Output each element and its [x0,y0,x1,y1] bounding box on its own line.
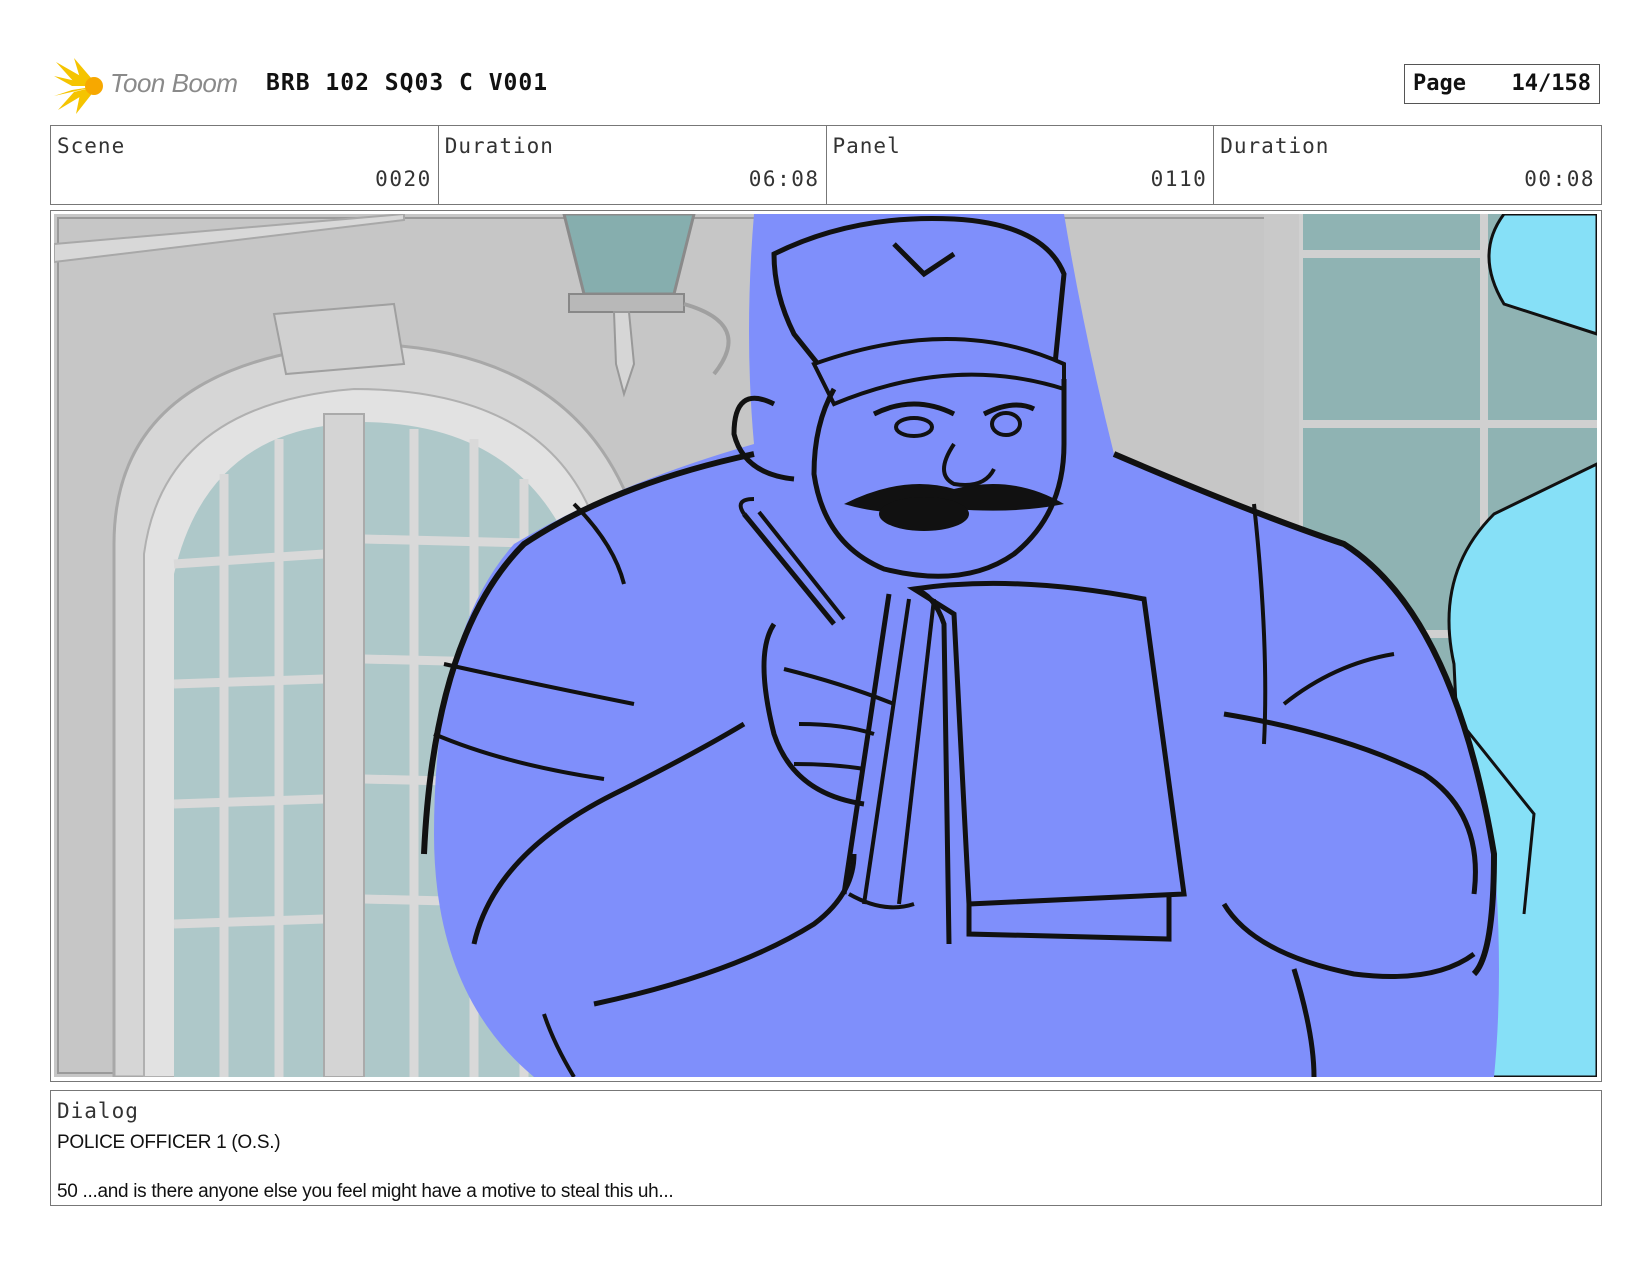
wall-lamp [562,214,696,296]
dialog-label: Dialog [57,1099,139,1123]
page-number: 14/158 [1511,71,1591,96]
panel-cell: Panel 0110 [827,126,1215,204]
panel-duration-cell: Duration 00:08 [1214,126,1601,204]
dialog-box: Dialog POLICE OFFICER 1 (O.S.) 50 ...and… [50,1090,1602,1206]
page-indicator: Page 14/158 [1404,64,1600,104]
scene-duration-label: Duration [444,134,554,158]
page-label: Page [1413,71,1466,96]
dialog-speaker: POLICE OFFICER 1 (O.S.) [57,1132,281,1153]
starburst-icon [54,58,103,114]
logo-wordmark: Toon Boom [110,68,238,98]
storyboard-panel [50,210,1602,1082]
scene-cell: Scene 0020 [51,126,439,204]
scene-duration-cell: Duration 06:08 [439,126,827,204]
panel-info-row: Scene 0020 Duration 06:08 Panel 0110 Dur… [50,125,1602,205]
panel-label: Panel [832,134,901,158]
panel-duration-value: 00:08 [1524,167,1595,191]
door-glass-left [174,426,324,1077]
scene-value: 0020 [375,167,432,191]
scene-label: Scene [57,134,126,158]
dialog-line: 50 ...and is there anyone else you feel … [57,1181,674,1202]
panel-artwork [54,214,1597,1077]
scene-duration-value: 06:08 [748,167,820,191]
toon-boom-logo: Toon Boom [54,58,250,114]
document-title: BRB 102 SQ03 C V001 [266,70,549,96]
panel-duration-label: Duration [1220,134,1330,158]
panel-value: 0110 [1150,167,1208,191]
